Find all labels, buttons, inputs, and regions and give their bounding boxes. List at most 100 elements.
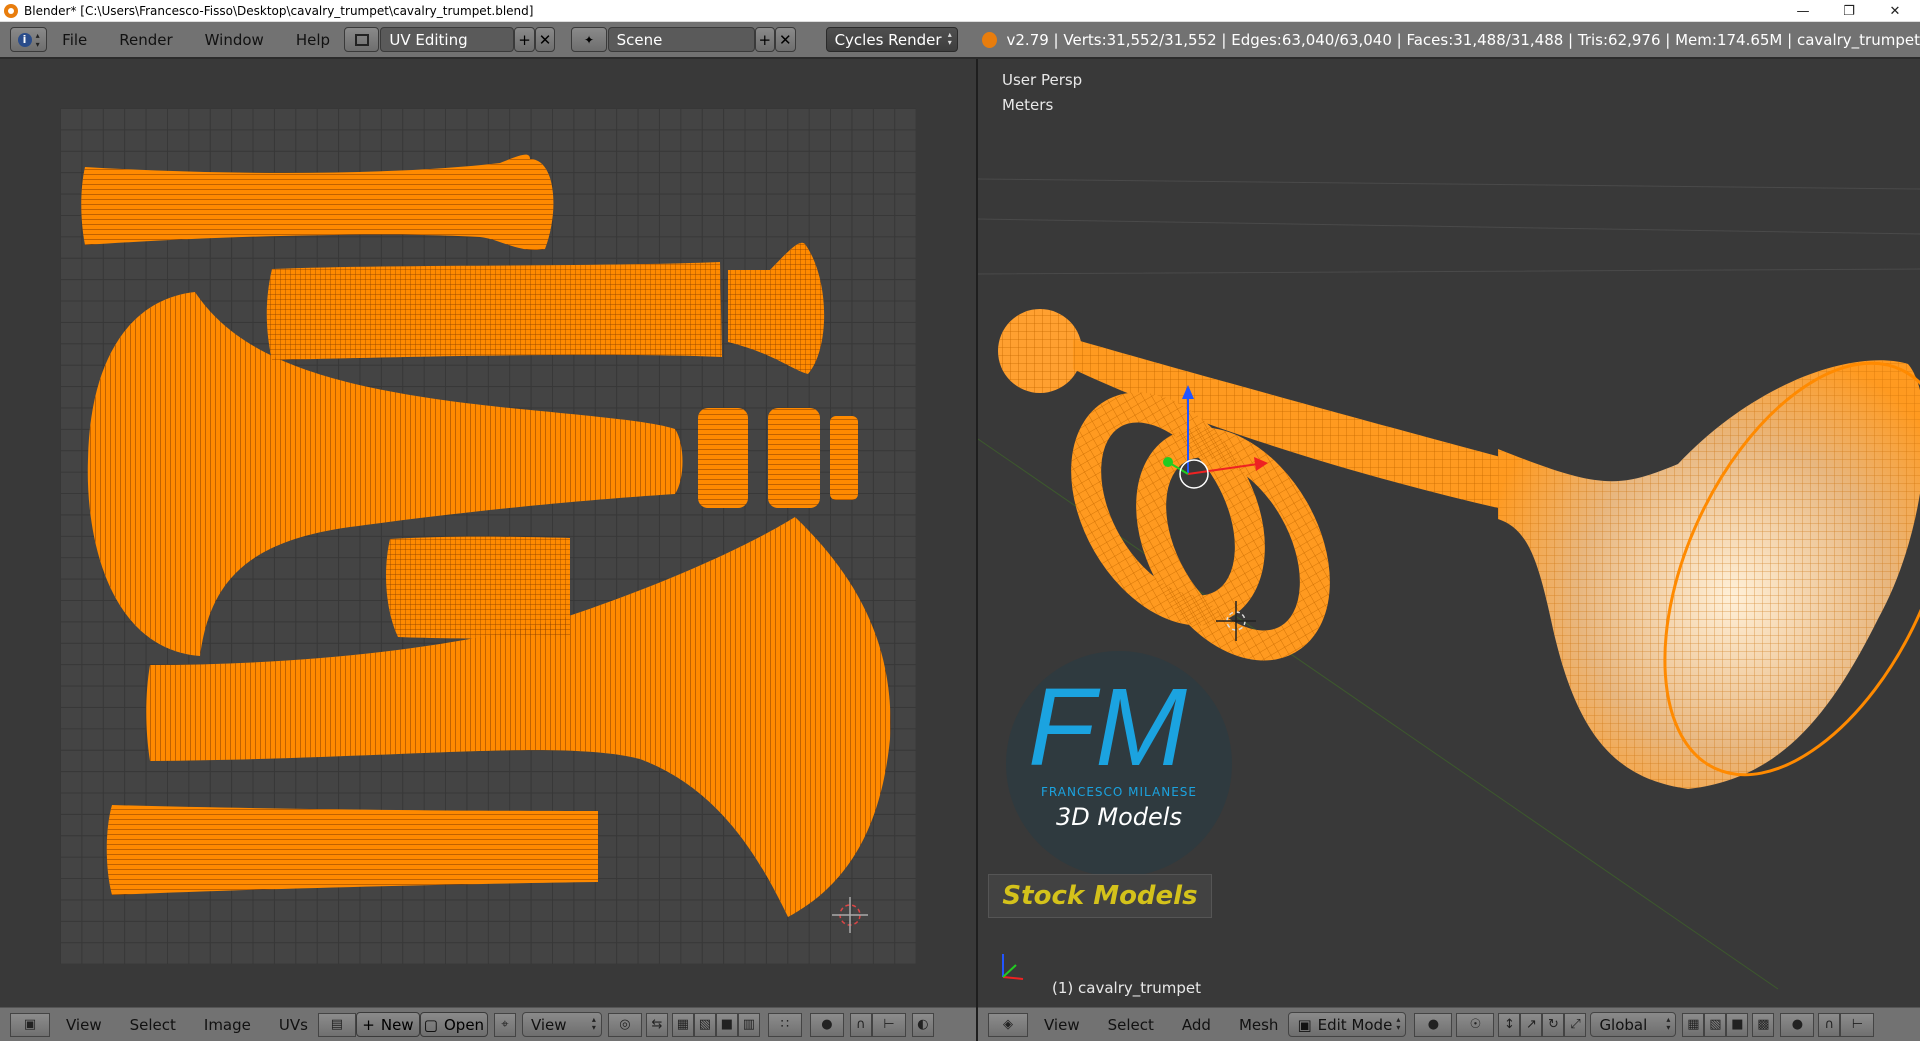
window-title: Blender* [C:\Users\Francesco-Fisso\Deskt… (24, 3, 534, 18)
view-mode-label: View (530, 1015, 567, 1034)
editor-type-button[interactable]: ▣ (10, 1012, 50, 1037)
delete-scene-button[interactable]: ✕ (775, 27, 796, 52)
3d-viewport[interactable]: User Persp Meters FM FRANCESCO MILANESE … (978, 59, 1920, 1007)
screen-layout-field[interactable]: UV Editing (380, 27, 515, 52)
vertex-icon: ▦ (1687, 1017, 1700, 1032)
interaction-mode-label: Edit Mode (1317, 1015, 1393, 1034)
manipulator-toggle[interactable]: ↕ (1498, 1012, 1521, 1037)
menu-window[interactable]: Window (205, 31, 264, 49)
watermark-name: FRANCESCO MILANESE (1041, 785, 1197, 799)
open-image-button[interactable]: ▢ Open (419, 1012, 488, 1037)
add-screen-button[interactable]: + (514, 27, 535, 52)
proportional-edit-button[interactable]: ● (1780, 1012, 1815, 1037)
menu-view[interactable]: View (66, 1016, 102, 1034)
minimize-button[interactable]: — (1780, 0, 1826, 22)
interaction-mode-dropdown[interactable]: ▣ Edit Mode ▴ ▾ (1288, 1012, 1407, 1037)
render-engine-dropdown[interactable]: Cycles Render ▴ ▾ (825, 27, 958, 52)
solid-shading-icon: ● (1427, 1017, 1440, 1032)
image-editor-icon: ▣ (23, 1017, 37, 1032)
scale-icon: ⤢ (1570, 1017, 1581, 1032)
snap-element-button[interactable]: ⊢ (871, 1012, 906, 1037)
island-icon: ▥ (742, 1017, 756, 1032)
menu-select[interactable]: Select (130, 1016, 176, 1034)
plus-icon: + (362, 1015, 375, 1034)
menu-view[interactable]: View (1044, 1016, 1080, 1034)
menu-mesh[interactable]: Mesh (1239, 1016, 1279, 1034)
island-select-button[interactable]: ▥ (737, 1012, 760, 1037)
pin-icon: ⌖ (501, 1017, 509, 1032)
arrow-icon: ↗ (1525, 1017, 1537, 1032)
orientation-dropdown[interactable]: Global ▴ ▾ (1590, 1012, 1677, 1037)
chevron-updown-icon: ▴ ▾ (1666, 1015, 1671, 1032)
pivot-button[interactable]: ◎ (607, 1012, 642, 1037)
face-select-button[interactable]: ■ (1726, 1012, 1749, 1037)
proportional-icon: ● (821, 1017, 833, 1032)
face-icon: ■ (720, 1017, 734, 1032)
restore-button[interactable]: ❐ (1826, 0, 1872, 22)
render-engine-label: Cycles Render (834, 30, 942, 49)
add-scene-button[interactable]: + (754, 27, 776, 52)
editor-type-button[interactable]: i ▴ ▾ (10, 27, 48, 52)
shading-button[interactable]: ● (1414, 1012, 1453, 1037)
rotate-icon: ↻ (1547, 1017, 1559, 1032)
watermark-tagline: 3D Models (1056, 803, 1182, 831)
pivot-icon: ☉ (1469, 1017, 1482, 1032)
uv-islands[interactable] (0, 59, 976, 1007)
scene-field[interactable]: Scene (607, 27, 755, 52)
snap-button[interactable]: ∩ (1818, 1012, 1841, 1037)
menu-select[interactable]: Select (1108, 1016, 1154, 1034)
menu-render[interactable]: Render (119, 31, 172, 49)
editor-type-button[interactable]: ◈ (988, 1012, 1028, 1037)
view-mode-dropdown[interactable]: View ▴ ▾ (521, 1012, 602, 1037)
2d-cursor-icon[interactable] (832, 897, 868, 933)
snap-button[interactable]: ∩ (849, 1012, 872, 1037)
menu-file[interactable]: File (62, 31, 87, 49)
stock-models-label: Stock Models (988, 874, 1212, 918)
menu-add[interactable]: Add (1182, 1016, 1211, 1034)
object-label: (1) cavalry_trumpet (1052, 979, 1202, 997)
sticky-mode-button[interactable]: ∷ (767, 1012, 802, 1037)
edge-select-button[interactable]: ▧ (1704, 1012, 1727, 1037)
magnet-icon: ∩ (1824, 1017, 1835, 1032)
edge-select-button[interactable]: ▧ (693, 1012, 716, 1037)
window-title-bar: Blender* [C:\Users\Francesco-Fisso\Deskt… (0, 0, 1920, 22)
edge-icon: ▧ (698, 1017, 712, 1032)
rotate-manipulator[interactable]: ↻ (1542, 1012, 1565, 1037)
chevron-updown-icon: ▴ ▾ (947, 30, 952, 47)
face-select-button[interactable]: ■ (715, 1012, 738, 1037)
sync-selection-button[interactable]: ⇆ (645, 1012, 668, 1037)
3d-view-icon: ◈ (1003, 1017, 1013, 1032)
screen-layout-button[interactable] (344, 27, 380, 52)
snap-element-button[interactable]: ⊢ (1840, 1012, 1875, 1037)
uv-image-editor[interactable] (0, 59, 976, 1007)
menu-uvs[interactable]: UVs (279, 1016, 308, 1034)
vertex-select-button[interactable]: ▦ (1682, 1012, 1705, 1037)
edge-icon: ▧ (1709, 1017, 1722, 1032)
proportional-icon: ● (1791, 1017, 1804, 1032)
blender-logo-icon (981, 31, 997, 48)
scene-icon: ✦ (583, 32, 595, 47)
menu-image[interactable]: Image (204, 1016, 251, 1034)
uv-editor-header: ▣ View Select Image UVs ▤ + New ▢ Open ⌖ V… (0, 1007, 976, 1041)
folder-icon: ▢ (423, 1015, 438, 1034)
menu-help[interactable]: Help (296, 31, 330, 49)
orientation-label: Global (1599, 1015, 1648, 1034)
browse-image-button[interactable]: ▤ (317, 1012, 356, 1037)
scale-manipulator[interactable]: ⤢ (1564, 1012, 1587, 1037)
occlude-geometry-button[interactable]: ▩ (1752, 1012, 1775, 1037)
new-image-button[interactable]: + New (355, 1012, 420, 1037)
close-icon: ✕ (538, 30, 552, 49)
vertex-select-button[interactable]: ▦ (671, 1012, 694, 1037)
scene-button[interactable]: ✦ (571, 27, 607, 52)
pivot-icon: ◎ (619, 1017, 631, 1032)
pivot-point-button[interactable]: ☉ (1456, 1012, 1495, 1037)
delete-screen-button[interactable]: ✕ (534, 27, 556, 52)
close-button[interactable]: ✕ (1872, 0, 1918, 22)
proportional-edit-button[interactable]: ● (809, 1012, 844, 1037)
magnet-icon: ∩ (856, 1017, 866, 1032)
close-icon: ✕ (779, 30, 792, 49)
uv-sculpt-button[interactable]: ◐ (911, 1012, 934, 1037)
pin-button[interactable]: ⌖ (493, 1012, 516, 1037)
plus-icon: + (518, 30, 531, 49)
translate-manipulator[interactable]: ↗ (1520, 1012, 1543, 1037)
